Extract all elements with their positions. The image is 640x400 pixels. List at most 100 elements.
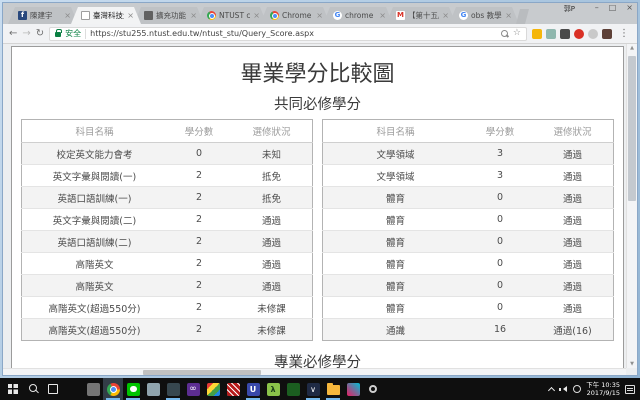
start-icon (8, 384, 18, 394)
table-cell: 高階英文 (21, 274, 167, 297)
tray-expand-icon[interactable] (548, 386, 556, 394)
dark-extension-icon[interactable] (560, 28, 570, 39)
url-text[interactable]: https://stu255.ntust.edu.tw/ntust_stu/Qu… (90, 29, 497, 38)
google-favicon-icon (459, 11, 468, 20)
brown-extension-icon[interactable] (602, 28, 612, 39)
tabs-container: 陳建宇×臺灣科技大學×擴充功能×NTUST credi×Chrome 線上×ch… (8, 7, 529, 24)
browser-tab[interactable]: 擴充功能 × (134, 7, 204, 24)
taskbar-shapes-app-button[interactable] (343, 378, 363, 400)
ime-icon[interactable] (573, 385, 582, 393)
forward-button[interactable]: → (22, 28, 30, 39)
taskbar-search-button[interactable] (23, 378, 43, 400)
table-cell: 體育 (322, 186, 468, 209)
browser-tab[interactable]: 【第十五屆× (386, 7, 456, 24)
browser-tab[interactable]: obs 教學 - G× (449, 7, 519, 24)
browser-tab[interactable]: 臺灣科技大學× (71, 7, 141, 24)
taskbar-parrot-app-button[interactable] (203, 378, 223, 400)
taskbar-chrome-button[interactable] (103, 378, 123, 400)
vertical-scrollbar[interactable]: ▲ ▼ (626, 44, 637, 368)
table-cell: 抵免 (231, 164, 313, 187)
tab-close-icon[interactable]: × (127, 11, 134, 20)
browser-tab[interactable]: chrome exte× (323, 7, 393, 24)
taskbar-line-button[interactable] (123, 378, 143, 400)
vertical-scroll-thumb[interactable] (628, 56, 636, 201)
green-app-icon (286, 382, 300, 396)
taskbar-sculpture-app-button[interactable] (83, 378, 103, 400)
bookmark-star-icon[interactable]: ☆ (513, 29, 521, 38)
table-cell: 通過 (231, 208, 313, 231)
table-row: 高階英文 2 通過 (21, 274, 313, 297)
scroll-up-arrow-icon[interactable]: ▲ (627, 45, 637, 51)
table-cell: 2 (167, 164, 232, 187)
taskbar-file-explorer-button[interactable] (323, 378, 343, 400)
volume-icon[interactable] (559, 385, 568, 394)
taskbar-clock[interactable]: 下午 10:35 2017/9/15 (586, 381, 620, 398)
maximize-button[interactable]: □ (609, 3, 617, 13)
taskbar-photo-app-button[interactable] (143, 378, 163, 400)
minimize-button[interactable]: – (595, 3, 599, 13)
table-cell: 文學領域 (322, 142, 468, 165)
taskbar-arrow-app-button[interactable] (303, 378, 323, 400)
puzzle-favicon-icon (144, 11, 153, 20)
red-extension-icon[interactable] (574, 28, 584, 39)
column-header: 科目名稱 (21, 119, 167, 143)
zoom-icon[interactable] (500, 29, 509, 38)
browser-tab[interactable]: NTUST credi× (197, 7, 267, 24)
close-button[interactable]: × (626, 3, 633, 13)
table-cell: 英語口語訓練(一) (21, 186, 167, 209)
teal-extension-icon[interactable] (546, 28, 556, 39)
table-row: 高階英文(超過550分) 2 未修課 (21, 318, 313, 341)
extensions-area (532, 28, 612, 39)
taskbar-task-view-button[interactable] (43, 378, 63, 400)
section-heading-common: 共同必修學分 (274, 97, 361, 113)
table-cell: 體育 (322, 274, 468, 297)
lambda-app-icon (266, 382, 280, 396)
taskbar-green-app-button[interactable] (283, 378, 303, 400)
taskbar-start-button[interactable] (3, 378, 23, 400)
table-cell: 通過 (532, 142, 614, 165)
tab-close-icon[interactable]: × (316, 11, 323, 20)
tab-close-icon[interactable]: × (190, 11, 197, 20)
table-cell: 校定英文能力會考 (21, 142, 167, 165)
column-header: 科目名稱 (322, 119, 468, 143)
sculpture-app-icon (86, 382, 100, 396)
tab-close-icon[interactable]: × (253, 11, 260, 20)
browser-tab[interactable]: Chrome 線上× (260, 7, 330, 24)
tab-close-icon[interactable]: × (505, 11, 512, 20)
table-cell: 通過(16) (532, 318, 614, 341)
action-center-icon[interactable] (625, 384, 635, 394)
chrome-favicon-icon (207, 11, 216, 20)
visual-studio-icon (186, 382, 200, 396)
reload-button[interactable]: ↻ (36, 28, 44, 39)
yellow-extension-icon[interactable] (532, 28, 542, 39)
horizontal-scroll-thumb[interactable] (143, 370, 261, 375)
table-row: 體育 0 通過 (322, 230, 614, 253)
tab-strip: 陳建宇×臺灣科技大學×擴充功能×NTUST credi×Chrome 線上×ch… (3, 3, 637, 24)
browser-menu-icon[interactable]: ⋮ (617, 28, 631, 39)
tab-close-icon[interactable]: × (442, 11, 449, 20)
new-tab-button[interactable] (516, 9, 529, 24)
back-button[interactable]: ← (9, 28, 17, 39)
column-header: 學分數 (468, 119, 533, 143)
taskbar-lambda-app-button[interactable] (263, 378, 283, 400)
taskbar-visual-studio-button[interactable] (183, 378, 203, 400)
profile-label[interactable]: 郭P (564, 4, 575, 14)
tab-close-icon[interactable]: × (64, 11, 71, 20)
table-row: 體育 0 通過 (322, 296, 614, 319)
browser-tab[interactable]: 陳建宇 × (8, 7, 78, 24)
address-bar[interactable]: 安全 https://stu255.ntust.edu.tw/ntust_stu… (49, 26, 527, 41)
scroll-down-arrow-icon[interactable]: ▼ (627, 361, 637, 367)
browser-window: 陳建宇×臺灣科技大學×擴充功能×NTUST credi×Chrome 線上×ch… (2, 2, 638, 376)
table-cell: 文學領域 (322, 164, 468, 187)
taskbar-settings-button[interactable] (363, 378, 383, 400)
taskbar-unity-button[interactable] (243, 378, 263, 400)
window-controls: – □ × (595, 3, 633, 13)
tab-close-icon[interactable]: × (379, 11, 386, 20)
horizontal-scrollbar[interactable] (3, 368, 626, 375)
taskbar-red-app-button[interactable] (223, 378, 243, 400)
taskbar-edge-button[interactable] (63, 378, 83, 400)
grey-extension-icon[interactable] (588, 28, 598, 39)
table-cell: 2 (167, 208, 232, 231)
taskbar-disk-app-button[interactable] (163, 378, 183, 400)
table-cell: 2 (167, 274, 232, 297)
